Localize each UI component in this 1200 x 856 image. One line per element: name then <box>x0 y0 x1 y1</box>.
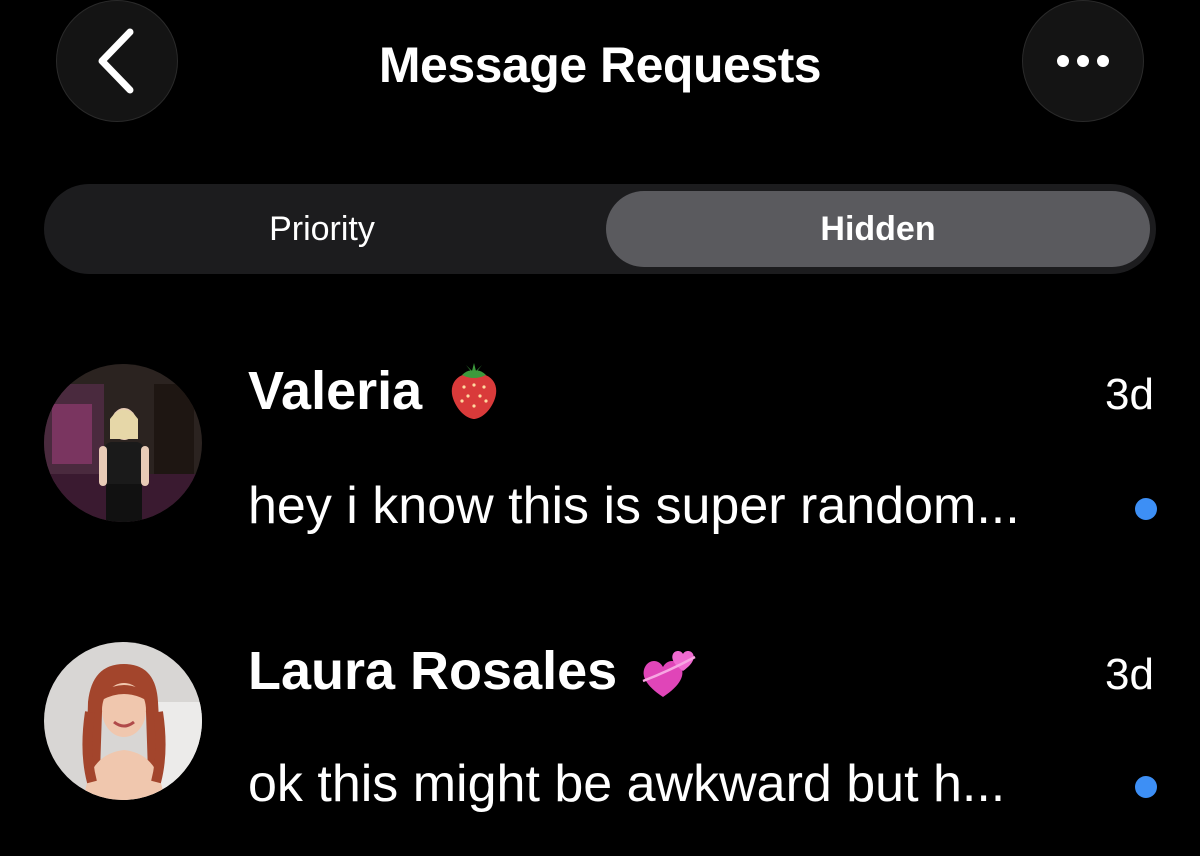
tab-hidden[interactable]: Hidden <box>606 191 1150 267</box>
ellipsis-icon <box>1057 55 1109 67</box>
avatar-photo <box>44 364 202 522</box>
tab-priority[interactable]: Priority <box>50 191 594 267</box>
timestamp: 3d <box>1105 650 1154 699</box>
page-title: Message Requests <box>378 37 822 93</box>
avatar-photo <box>44 642 202 800</box>
request-filter-tabs: Priority Hidden <box>44 184 1156 274</box>
conversation-row[interactable]: Valeria 3d hey i know this is super rand… <box>0 360 1200 535</box>
conversation-name-line: Valeria <box>248 360 504 422</box>
two-hearts-emoji-icon <box>642 651 696 697</box>
tab-priority-label: Priority <box>269 209 375 248</box>
timestamp: 3d <box>1105 370 1154 419</box>
message-preview: hey i know this is super random... <box>248 477 1020 535</box>
conversation-name-line: Laura Rosales <box>248 640 699 702</box>
unread-indicator <box>1135 776 1157 798</box>
tab-hidden-label: Hidden <box>820 209 936 248</box>
unread-indicator <box>1135 498 1157 520</box>
strawberry-emoji-icon <box>451 363 497 419</box>
contact-name: Valeria <box>248 361 423 421</box>
avatar[interactable] <box>44 642 202 800</box>
conversation-row[interactable]: Laura Rosales 3d ok this might be awkwar… <box>0 640 1200 813</box>
avatar[interactable] <box>44 364 202 522</box>
message-preview: ok this might be awkward but h... <box>248 755 1006 813</box>
more-options-button[interactable] <box>1022 0 1144 122</box>
contact-name: Laura Rosales <box>248 641 618 701</box>
